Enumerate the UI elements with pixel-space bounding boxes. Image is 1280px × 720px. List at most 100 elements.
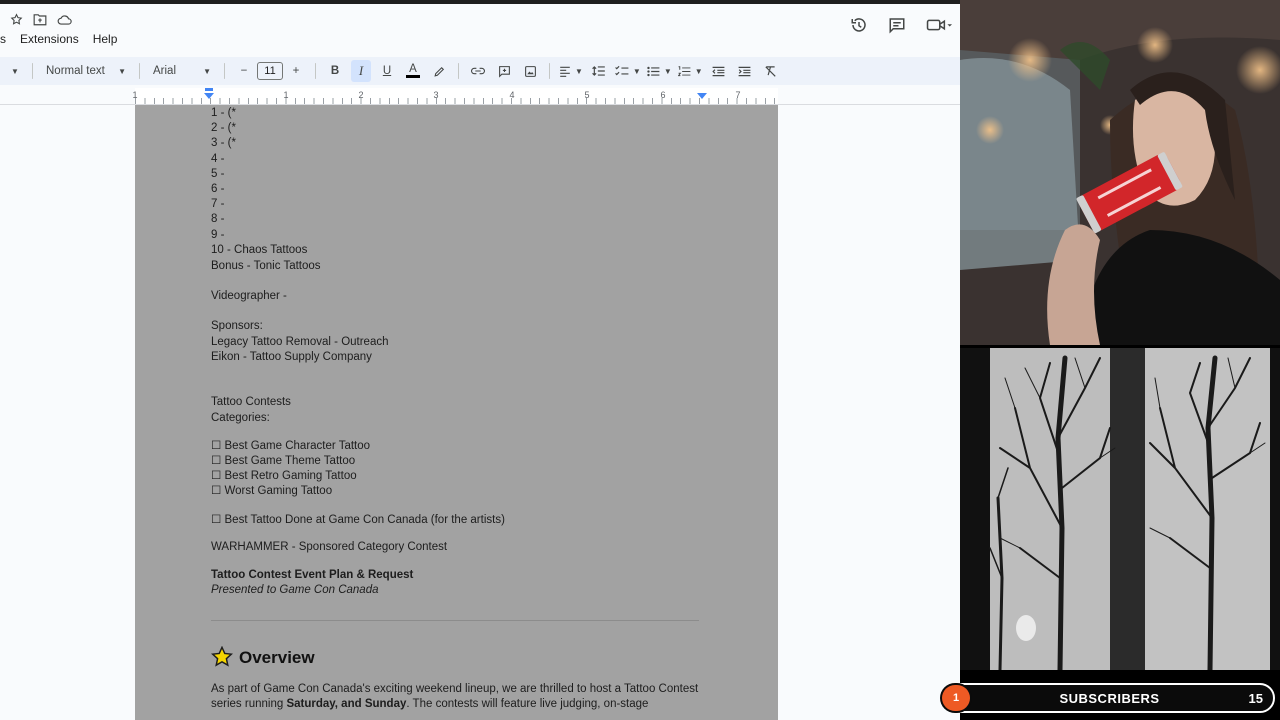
increase-font-size-button[interactable]: + (286, 60, 306, 82)
ruler-number: 3 (433, 90, 439, 100)
tattoo-image (960, 348, 1280, 670)
decrease-indent-icon[interactable] (709, 60, 729, 82)
text-color-button[interactable]: A (403, 60, 423, 82)
header-actions (850, 16, 952, 34)
categories-heading: Categories: (211, 412, 270, 424)
zoom-dropdown-caret[interactable]: ▼ (3, 60, 23, 82)
move-folder-icon[interactable] (33, 13, 47, 26)
overview-heading: Overview (239, 648, 315, 667)
insert-image-icon[interactable] (520, 60, 540, 82)
overview-text: series running (211, 698, 287, 710)
horizontal-rule (211, 620, 699, 621)
artist-category-checkbox-item[interactable]: ☐ Best Tattoo Done at Game Con Canada (f… (211, 513, 505, 527)
paragraph-style-value: Normal text (46, 65, 105, 77)
ruler-number: 4 (509, 90, 515, 100)
text-color-swatch (406, 75, 420, 78)
category-checkbox-item[interactable]: ☐ Best Game Theme Tattoo (211, 454, 355, 468)
numbered-list-icon[interactable]: ▼ (677, 60, 703, 82)
screen: s Extensions Help ▼ Normal text ▼ Arial ▼ (0, 0, 1280, 720)
cloud-saved-icon[interactable] (57, 13, 72, 26)
version-history-icon[interactable] (850, 16, 868, 34)
font-family-select[interactable]: Arial ▼ (149, 60, 215, 82)
category-checkbox-item[interactable]: ☐ Best Retro Gaming Tattoo (211, 469, 357, 483)
right-indent-marker[interactable] (697, 93, 707, 99)
sponsors-heading: Sponsors: (211, 320, 263, 332)
align-left-icon[interactable]: ▼ (559, 60, 583, 82)
category-checkbox-item[interactable]: ☐ Worst Gaming Tattoo (211, 484, 332, 498)
chevron-down-icon: ▼ (118, 66, 126, 76)
insert-link-icon[interactable] (468, 60, 488, 82)
toolbar-divider (315, 63, 316, 79)
first-line-indent-marker[interactable] (205, 88, 213, 91)
ruler-ticks (135, 98, 778, 104)
menu-item-extensions[interactable]: Extensions (20, 32, 79, 46)
google-docs-window: s Extensions Help ▼ Normal text ▼ Arial ▼ (0, 0, 960, 720)
ruler-number: 7 (735, 90, 741, 100)
list-item: 6 - (211, 183, 225, 195)
sponsor-line: Legacy Tattoo Removal - Outreach (211, 336, 389, 348)
font-size-input[interactable]: 11 (257, 62, 283, 80)
comments-icon[interactable] (888, 16, 906, 34)
sponsor-line: Eikon - Tattoo Supply Company (211, 351, 372, 363)
list-item: Bonus - Tonic Tattoos (211, 260, 321, 272)
paragraph-style-select[interactable]: Normal text ▼ (42, 60, 130, 82)
category-checkbox-item[interactable]: ☐ Best Game Character Tattoo (211, 439, 370, 453)
ruler-number: 1 (132, 90, 138, 100)
overview-bold-days: Saturday, and Sunday (286, 698, 407, 710)
document-page[interactable]: 1 - (* 2 - (* 3 - (* 4 - 5 - 6 - 7 - 8 -… (135, 105, 778, 720)
menu-item-tools[interactable]: s (0, 32, 6, 46)
decrease-font-size-button[interactable]: − (234, 60, 254, 82)
list-item: 8 - (211, 213, 225, 225)
subscribers-count: 15 (1248, 690, 1263, 706)
overview-heading-row: Overview (210, 645, 315, 670)
star-emoji-icon (210, 645, 234, 670)
overview-paragraph-line-2: series running Saturday, and Sunday. The… (211, 697, 648, 711)
left-indent-marker[interactable] (204, 93, 214, 99)
plan-subtitle: Presented to Game Con Canada (211, 584, 379, 596)
overview-paragraph-line-1: As part of Game Con Canada's exciting we… (211, 683, 699, 695)
formatting-toolbar: ▼ Normal text ▼ Arial ▼ − 11 + B I U A ▼… (0, 57, 960, 85)
ruler[interactable]: 1 1 2 3 4 5 6 7 (0, 88, 960, 105)
increase-indent-icon[interactable] (735, 60, 755, 82)
add-comment-icon[interactable] (494, 60, 514, 82)
webcam-image (960, 0, 1280, 345)
window-top-edge (0, 0, 960, 4)
underline-button[interactable]: U (377, 60, 397, 82)
chevron-down-icon: ▼ (203, 66, 211, 76)
bulleted-list-icon[interactable]: ▼ (647, 60, 672, 82)
star-icon[interactable] (10, 13, 23, 26)
list-item: 1 - (* (211, 107, 236, 119)
contests-heading: Tattoo Contests (211, 396, 291, 408)
menu-bar: s Extensions Help (0, 32, 117, 46)
ruler-number: 5 (584, 90, 590, 100)
ruler-number: 6 (660, 90, 666, 100)
toolbar-divider (32, 63, 33, 79)
meet-icon[interactable] (926, 17, 952, 33)
menu-item-help[interactable]: Help (93, 32, 118, 46)
title-icons (10, 13, 72, 26)
list-item: 2 - (* (211, 122, 236, 134)
italic-button[interactable]: I (351, 60, 371, 82)
warhammer-line: WARHAMMER - Sponsored Category Contest (211, 541, 448, 553)
ruler-number: 2 (358, 90, 364, 100)
ruler-number: 1 (283, 90, 289, 100)
list-item: 10 - Chaos Tattoos (211, 244, 308, 256)
highlight-pen-icon[interactable] (429, 60, 449, 82)
list-item: 3 - (* (211, 137, 236, 149)
clear-formatting-icon[interactable] (761, 60, 781, 82)
line-spacing-icon[interactable] (589, 60, 609, 82)
font-family-value: Arial (153, 65, 177, 77)
toolbar-divider (549, 63, 550, 79)
toolbar-divider (139, 63, 140, 79)
subscribers-label: SUBSCRIBERS (1059, 690, 1160, 706)
webcam-feed (960, 0, 1280, 345)
plan-title: Tattoo Contest Event Plan & Request (211, 569, 414, 581)
list-item: 7 - (211, 198, 225, 210)
checklist-icon[interactable]: ▼ (615, 60, 641, 82)
list-item: 5 - (211, 168, 225, 180)
bold-button[interactable]: B (325, 60, 345, 82)
subscribers-bar: 1 SUBSCRIBERS 15 (940, 683, 1275, 713)
videographer-line: Videographer - (211, 290, 287, 302)
tattoo-photo (960, 348, 1280, 670)
toolbar-divider (458, 63, 459, 79)
